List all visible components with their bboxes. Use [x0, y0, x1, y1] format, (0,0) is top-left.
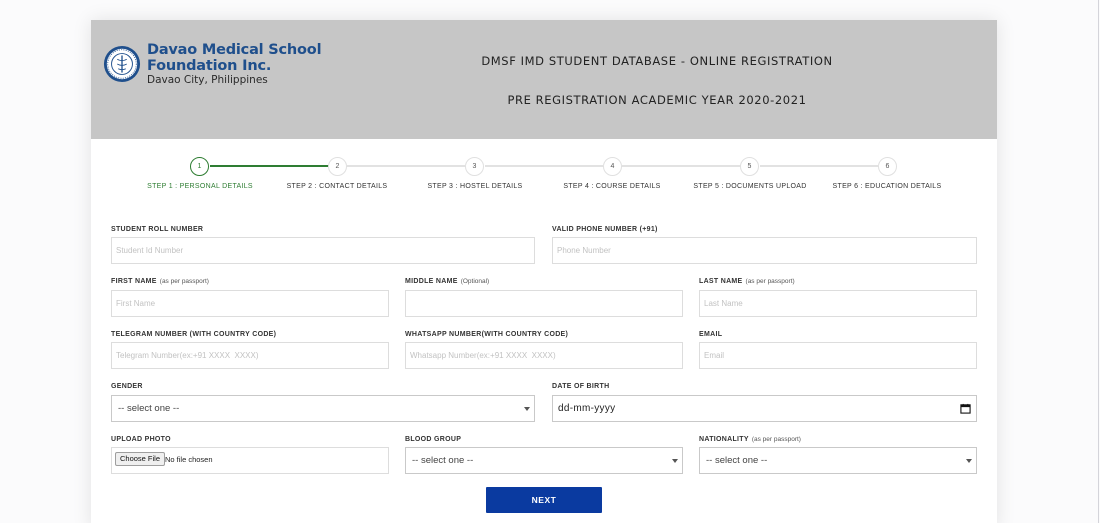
page-right-margin [996, 0, 1100, 523]
page-header: Davao Medical School Foundation Inc. Dav… [91, 20, 997, 139]
step-connector-5 [760, 165, 878, 167]
last-name-label-text: LAST NAME [699, 278, 743, 285]
photo-upload: Choose File No file chosen [111, 447, 389, 474]
blood-group-label: BLOOD GROUP [405, 436, 462, 443]
page-subtitle: PRE REGISTRATION ACADEMIC YEAR 2020-2021 [507, 93, 807, 107]
gender-selected-value: -- select one -- [118, 403, 180, 414]
blood-group-selected-value: -- select one -- [412, 455, 474, 466]
last-name-hint: (as per passport) [745, 278, 795, 285]
step-6-label[interactable]: STEP 6 : EDUCATION DETAILS [807, 183, 967, 190]
chevron-down-icon [966, 459, 972, 463]
step-connector-2 [347, 165, 465, 167]
step-connector-1 [210, 165, 337, 167]
email-input[interactable] [699, 342, 977, 369]
dob-input[interactable]: dd-mm-yyyy [552, 395, 977, 422]
step-2-indicator[interactable]: 2 [328, 157, 347, 176]
registration-stepper: 1 2 3 4 5 6 STEP 1 : PERSONAL DETAILS ST… [91, 157, 997, 197]
school-logo-text: Davao Medical School Foundation Inc. Dav… [147, 42, 322, 87]
window-edge [1098, 0, 1099, 523]
gender-label: GENDER [111, 383, 143, 390]
step-3-indicator[interactable]: 3 [465, 157, 484, 176]
step-6-indicator[interactable]: 6 [878, 157, 897, 176]
school-seal-icon [103, 45, 141, 83]
org-location: Davao City, Philippines [147, 74, 268, 86]
page-left-margin [0, 0, 91, 523]
nationality-select[interactable]: -- select one -- [699, 447, 977, 474]
phone-input[interactable] [552, 237, 977, 264]
choose-file-button[interactable]: Choose File [115, 452, 166, 466]
page-title: DMSF IMD STUDENT DATABASE - ONLINE REGIS… [481, 54, 833, 68]
nationality-selected-value: -- select one -- [706, 455, 768, 466]
step-connector-3 [485, 165, 603, 167]
phone-label: VALID PHONE NUMBER (+91) [552, 226, 658, 233]
student-roll-label: STUDENT ROLL NUMBER [111, 226, 204, 233]
step-1-indicator[interactable]: 1 [190, 157, 209, 176]
photo-label: UPLOAD PHOTO [111, 436, 171, 443]
org-name-line1: Davao Medical School [147, 42, 322, 58]
telegram-label: TELEGRAM NUMBER (WITH COUNTRY CODE) [111, 331, 277, 338]
last-name-label: LAST NAME (as per passport) [699, 278, 795, 285]
first-name-hint: (as per passport) [159, 278, 209, 285]
middle-name-label: MIDDLE NAME (Optional) [405, 278, 489, 285]
step-1-label[interactable]: STEP 1 : PERSONAL DETAILS [120, 183, 280, 190]
middle-name-label-text: MIDDLE NAME [405, 278, 458, 285]
step-4-label[interactable]: STEP 4 : COURSE DETAILS [532, 183, 692, 190]
blood-group-select[interactable]: -- select one -- [405, 447, 683, 474]
registration-card: Davao Medical School Foundation Inc. Dav… [91, 20, 997, 523]
step-4-indicator[interactable]: 4 [603, 157, 622, 176]
first-name-input[interactable] [111, 290, 389, 317]
email-label: EMAIL [699, 331, 723, 338]
dob-value: dd-mm-yyyy [558, 403, 616, 414]
step-5-indicator[interactable]: 5 [740, 157, 759, 176]
middle-name-hint: (Optional) [460, 278, 490, 285]
org-name-line2: Foundation Inc. [147, 58, 272, 74]
nationality-hint: (as per passport) [751, 436, 801, 443]
step-5-label[interactable]: STEP 5 : DOCUMENTS UPLOAD [670, 183, 830, 190]
first-name-label: FIRST NAME (as per passport) [111, 278, 209, 285]
step-3-label[interactable]: STEP 3 : HOSTEL DETAILS [395, 183, 555, 190]
calendar-icon[interactable] [960, 403, 971, 414]
telegram-input[interactable] [111, 342, 389, 369]
page-top-strip [0, 0, 1100, 20]
chevron-down-icon [524, 407, 530, 411]
middle-name-input[interactable] [405, 290, 683, 317]
next-button[interactable]: NEXT [486, 487, 602, 513]
step-2-label[interactable]: STEP 2 : CONTACT DETAILS [257, 183, 417, 190]
student-roll-input[interactable] [111, 237, 535, 264]
step-connector-4 [622, 165, 741, 167]
nationality-label: NATIONALITY (as per passport) [699, 436, 801, 443]
chevron-down-icon [672, 459, 678, 463]
nationality-label-text: NATIONALITY [699, 436, 749, 443]
whatsapp-input[interactable] [405, 342, 683, 369]
dob-label: DATE OF BIRTH [552, 383, 610, 390]
gender-select[interactable]: -- select one -- [111, 395, 535, 422]
last-name-input[interactable] [699, 290, 977, 317]
file-status-text: No file chosen [165, 455, 213, 464]
first-name-label-text: FIRST NAME [111, 278, 157, 285]
whatsapp-label: WHATSAPP NUMBER(WITH COUNTRY CODE) [405, 331, 569, 338]
